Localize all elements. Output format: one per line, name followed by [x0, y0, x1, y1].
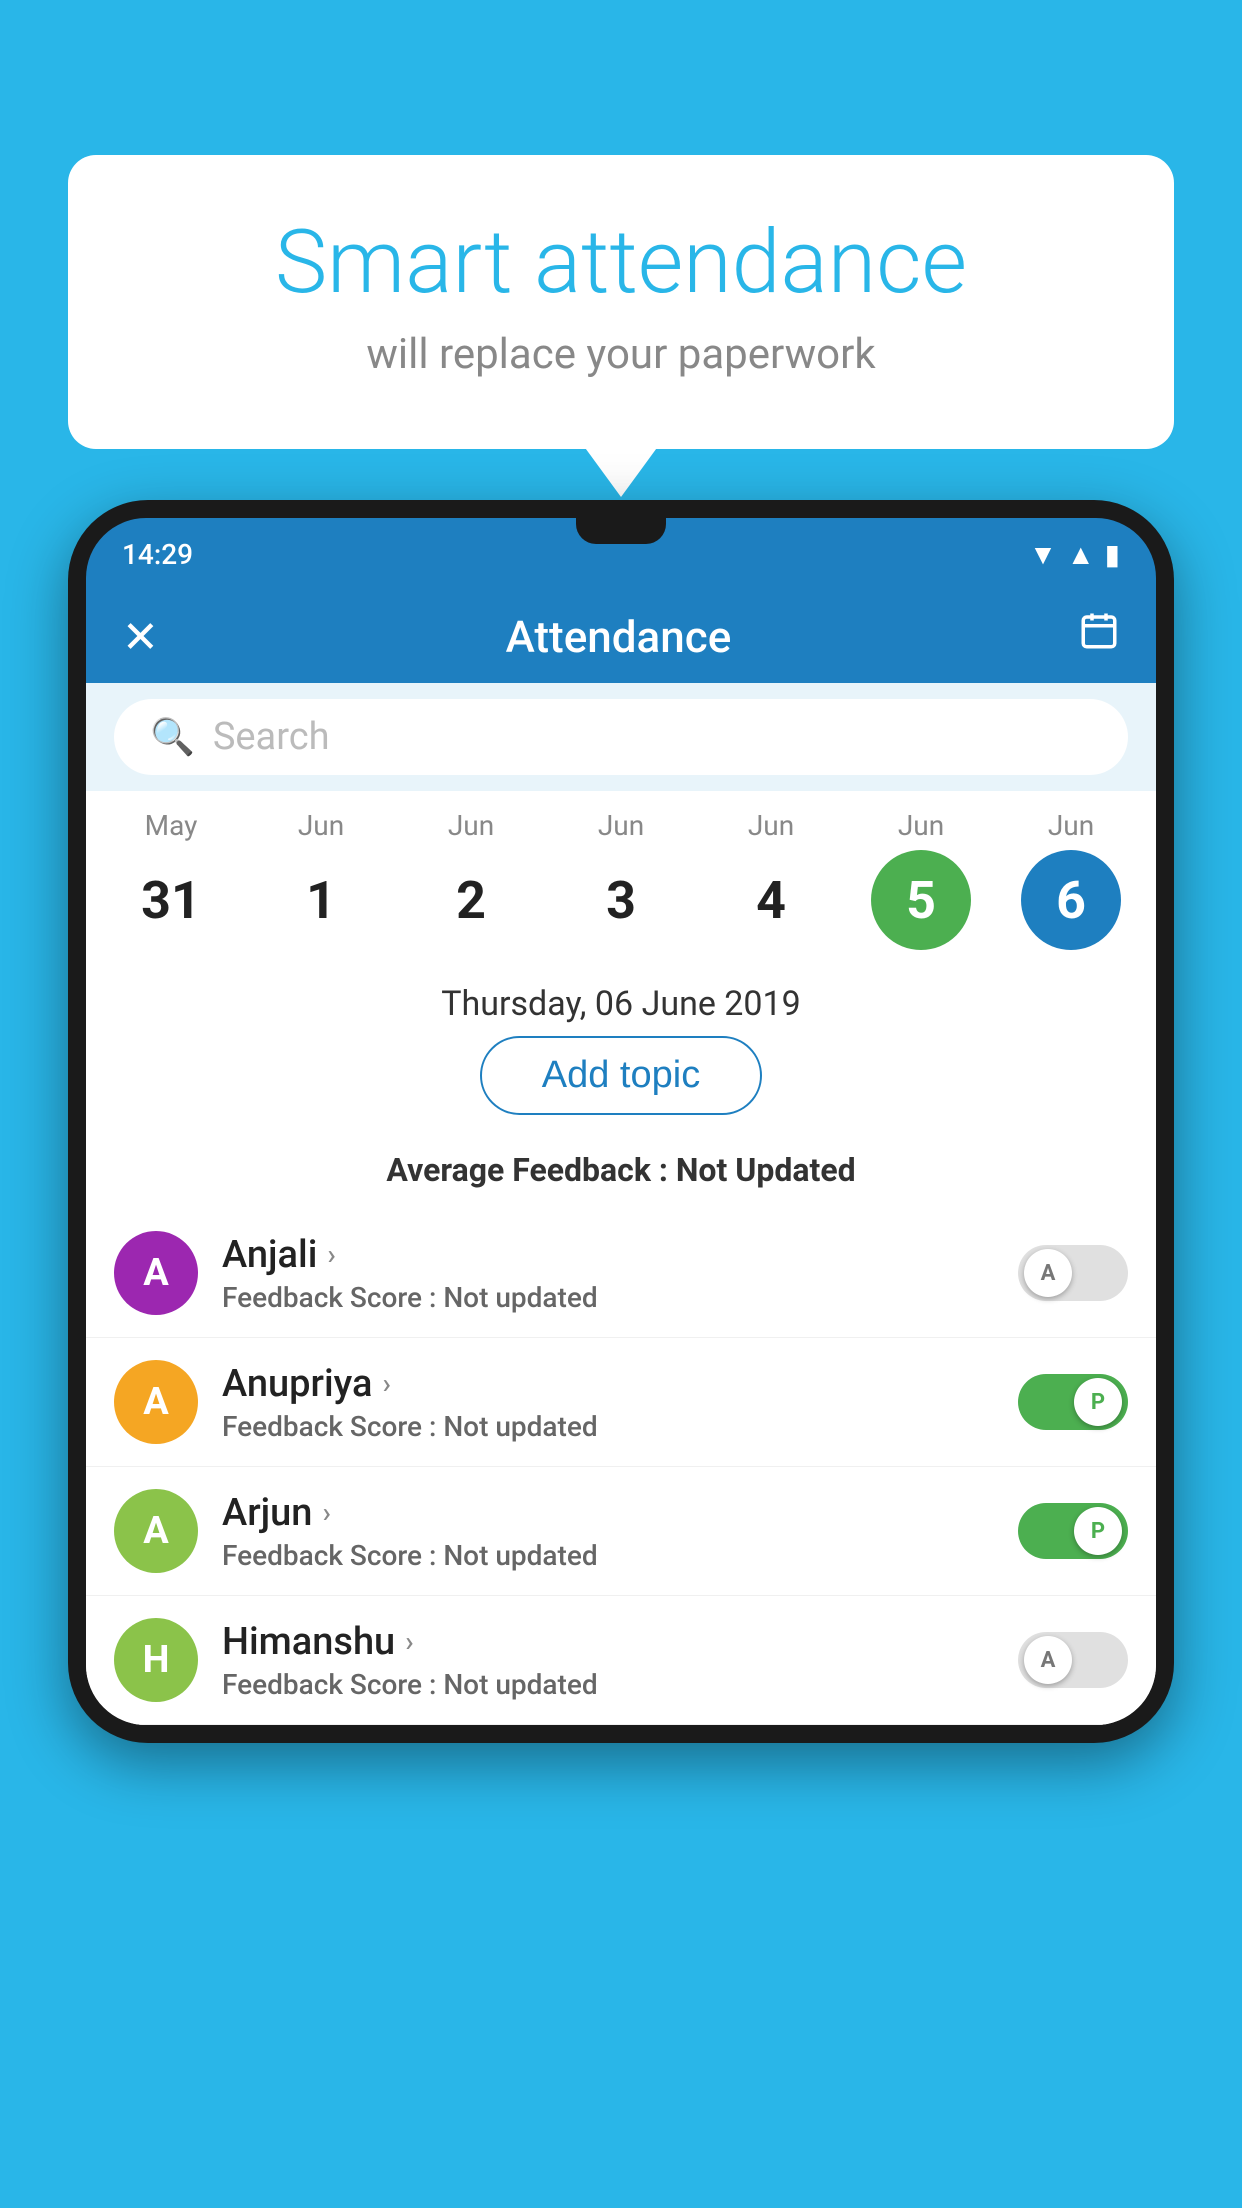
feedback-label: Feedback Score : [222, 1668, 436, 1701]
selected-date: Thursday, 06 June 2019 [86, 960, 1156, 1036]
cal-date-number[interactable]: 5 [871, 850, 971, 950]
cal-day-1[interactable]: Jun 1 [256, 809, 386, 950]
student-avatar: H [114, 1618, 198, 1702]
feedback-value: Not updated [443, 1668, 597, 1701]
feedback-label: Feedback Score : [222, 1539, 436, 1572]
chevron-right-icon: › [405, 1625, 413, 1658]
cal-day-0[interactable]: May 31 [106, 809, 236, 950]
status-bar: 14:29 ▼ ▲ ▮ [86, 518, 1156, 590]
avg-feedback-label: Average Feedback : [386, 1151, 668, 1189]
cal-date-number[interactable]: 2 [421, 850, 521, 950]
avg-feedback-value: Not Updated [676, 1151, 856, 1189]
cal-day-5[interactable]: Jun 5 [856, 809, 986, 950]
bubble-subtitle: will replace your paperwork [148, 330, 1094, 379]
student-name: Anupriya › [222, 1362, 994, 1406]
student-name-text: Anjali [222, 1233, 317, 1277]
wifi-icon: ▼ [1029, 538, 1057, 571]
student-feedback: Feedback Score : Not updated [222, 1410, 994, 1443]
feedback-value: Not updated [443, 1281, 597, 1314]
battery-icon: ▮ [1105, 538, 1120, 571]
cal-month-label: Jun [448, 809, 494, 842]
attendance-toggle[interactable]: P [1018, 1374, 1128, 1430]
student-name-text: Arjun [222, 1491, 312, 1535]
signal-icon: ▲ [1067, 538, 1095, 571]
student-item[interactable]: A Anjali › Feedback Score : Not updated A [86, 1209, 1156, 1338]
screen-content: 🔍 Search May 31 Jun 1 Jun 2 Jun 3 Jun 4 Jun 5 Jun 6 T… [86, 683, 1156, 1725]
phone-wrapper: 14:29 ▼ ▲ ▮ ✕ Attendance [68, 500, 1174, 2208]
chevron-right-icon: › [382, 1367, 390, 1400]
cal-date-number[interactable]: 4 [721, 850, 821, 950]
student-feedback: Feedback Score : Not updated [222, 1668, 994, 1701]
student-info: Anjali › Feedback Score : Not updated [222, 1233, 994, 1314]
student-feedback: Feedback Score : Not updated [222, 1281, 994, 1314]
feedback-label: Feedback Score : [222, 1410, 436, 1443]
student-info: Arjun › Feedback Score : Not updated [222, 1491, 994, 1572]
calendar-strip-inner: May 31 Jun 1 Jun 2 Jun 3 Jun 4 Jun 5 Jun 6 [106, 809, 1136, 950]
cal-month-label: Jun [298, 809, 344, 842]
attendance-toggle[interactable]: A [1018, 1245, 1128, 1301]
cal-day-6[interactable]: Jun 6 [1006, 809, 1136, 950]
phone: 14:29 ▼ ▲ ▮ ✕ Attendance [68, 500, 1174, 1743]
cal-month-label: Jun [598, 809, 644, 842]
cal-date-number[interactable]: 3 [571, 850, 671, 950]
cal-day-4[interactable]: Jun 4 [706, 809, 836, 950]
search-icon: 🔍 [150, 716, 195, 758]
student-feedback: Feedback Score : Not updated [222, 1539, 994, 1572]
student-item[interactable]: A Arjun › Feedback Score : Not updated P [86, 1467, 1156, 1596]
avg-feedback: Average Feedback : Not Updated [86, 1151, 1156, 1209]
student-info: Anupriya › Feedback Score : Not updated [222, 1362, 994, 1443]
feedback-value: Not updated [443, 1410, 597, 1443]
student-name-text: Himanshu [222, 1620, 395, 1664]
student-name: Himanshu › [222, 1620, 994, 1664]
student-avatar: A [114, 1489, 198, 1573]
cal-month-label: May [145, 809, 198, 842]
student-item[interactable]: H Himanshu › Feedback Score : Not updated A [86, 1596, 1156, 1725]
app-bar-title: Attendance [506, 611, 732, 663]
feedback-label: Feedback Score : [222, 1281, 436, 1314]
cal-month-label: Jun [1048, 809, 1094, 842]
toggle-knob: A [1024, 1249, 1072, 1297]
search-bar-wrapper: 🔍 Search [86, 683, 1156, 791]
phone-time: 14:29 [122, 538, 193, 571]
chevron-right-icon: › [327, 1238, 335, 1271]
speech-bubble-container: Smart attendance will replace your paper… [68, 155, 1174, 449]
search-placeholder: Search [213, 715, 330, 759]
student-name: Arjun › [222, 1491, 994, 1535]
calendar-button[interactable] [1078, 610, 1120, 663]
attendance-toggle[interactable]: P [1018, 1503, 1128, 1559]
toggle-knob: P [1074, 1507, 1122, 1555]
cal-date-number[interactable]: 31 [121, 850, 221, 950]
toggle-knob: P [1074, 1378, 1122, 1426]
chevron-right-icon: › [322, 1496, 330, 1529]
student-avatar: A [114, 1360, 198, 1444]
speech-bubble: Smart attendance will replace your paper… [68, 155, 1174, 449]
close-button[interactable]: ✕ [122, 611, 159, 663]
cal-day-2[interactable]: Jun 2 [406, 809, 536, 950]
student-avatar: A [114, 1231, 198, 1315]
cal-month-label: Jun [898, 809, 944, 842]
cal-date-number[interactable]: 6 [1021, 850, 1121, 950]
calendar-strip: May 31 Jun 1 Jun 2 Jun 3 Jun 4 Jun 5 Jun 6 [86, 791, 1156, 960]
search-bar[interactable]: 🔍 Search [114, 699, 1128, 775]
attendance-toggle[interactable]: A [1018, 1632, 1128, 1688]
student-name-text: Anupriya [222, 1362, 372, 1406]
cal-month-label: Jun [748, 809, 794, 842]
app-bar: ✕ Attendance [86, 590, 1156, 683]
cal-day-3[interactable]: Jun 3 [556, 809, 686, 950]
student-name: Anjali › [222, 1233, 994, 1277]
student-info: Himanshu › Feedback Score : Not updated [222, 1620, 994, 1701]
student-list: AAnjali›Feedback Score : Not updatedAAAn… [86, 1209, 1156, 1725]
bubble-title: Smart attendance [148, 215, 1094, 312]
toggle-knob: A [1024, 1636, 1072, 1684]
status-icons: ▼ ▲ ▮ [1029, 538, 1120, 571]
add-topic-button[interactable]: Add topic [480, 1036, 762, 1115]
student-item[interactable]: A Anupriya › Feedback Score : Not updated P [86, 1338, 1156, 1467]
cal-date-number[interactable]: 1 [271, 850, 371, 950]
phone-notch [576, 518, 666, 544]
feedback-value: Not updated [443, 1539, 597, 1572]
